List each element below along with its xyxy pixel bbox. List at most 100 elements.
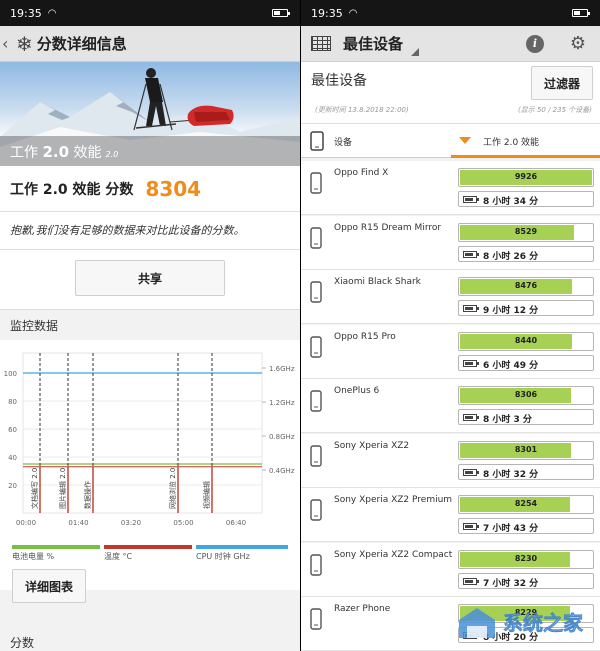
battery-life-bar: 8 小时 32 分 (458, 463, 594, 480)
y-right-tick-label: 0.8GHz (269, 433, 295, 441)
hero-label-pre: 工作 (10, 145, 43, 161)
device-name: Sony Xperia XZ2 Compact (334, 549, 453, 560)
column-header: 设备 工作 2.0 效能 (301, 124, 600, 158)
detail-chart-button[interactable]: 详细图表 (12, 569, 86, 603)
device-name: Sony Xperia XZ2 Premium (334, 495, 453, 505)
score-bar: 8476 (458, 277, 594, 296)
device-name: OnePlus 6 (334, 386, 380, 396)
app-bar-right: 最佳设备 i ⚙ (301, 26, 600, 62)
status-bar: 19:35 ◠ (0, 0, 300, 26)
back-arrow-icon[interactable]: ‹ (2, 34, 14, 53)
device-name: Oppo R15 Dream Mirror (334, 222, 442, 233)
y-right-tick-label: 1.2GHz (269, 399, 295, 407)
phone-icon (310, 131, 324, 151)
y-left-tick-label: 20 (8, 482, 17, 490)
score-bar: 8306 (458, 386, 594, 405)
hero-label-version-bold: 2.0 (42, 143, 70, 161)
battery-life-bar: 8 小时 3 分 (458, 409, 594, 425)
battery-icon (463, 305, 479, 312)
battery-life-bar: 9 小时 12 分 (458, 300, 594, 316)
battery-life: 8 小时 3 分 (483, 415, 532, 425)
benchmark-hero-image: 工作 2.0 效能 2.0 (0, 62, 300, 166)
battery-life-bar: 6 小时 49 分 (458, 354, 594, 371)
legend-swatch (104, 545, 192, 549)
y-left-tick-label: 60 (8, 426, 17, 434)
score-bar: 8301 (458, 440, 594, 460)
list-title: 最佳设备 (311, 73, 367, 89)
device-name: Oppo Find X (334, 168, 389, 178)
shown-count: (显示 50 / 235 个设备) (518, 106, 592, 114)
status-time: 19:35 (10, 6, 42, 20)
page-title: 分数详细信息 (36, 35, 127, 53)
monitor-chart: 20 40 60 80 100 0.4GHz 0.8GHz 1.2GHz 1.6GHz 00:00… (0, 340, 300, 603)
dropdown-corner-icon[interactable] (411, 48, 419, 56)
phone-icon (310, 444, 322, 467)
score-bar: 8440 (458, 331, 594, 351)
battery-life: 9 小时 12 分 (483, 306, 539, 316)
device-row[interactable]: Xiaomi Black Shark 8476 9 小时 12 分 (301, 270, 600, 324)
battery-icon (463, 414, 479, 421)
device-name: Razer Phone (334, 604, 391, 614)
battery-life: 7 小时 32 分 (483, 578, 539, 589)
score-column-header[interactable]: 工作 2.0 效能 (451, 124, 600, 158)
info-icon[interactable]: i (526, 35, 544, 53)
page-title-right[interactable]: 最佳设备 (343, 33, 403, 54)
battery-life: 7 小时 43 分 (483, 524, 539, 534)
legend-swatch (12, 545, 100, 549)
device-row[interactable]: Sony Xperia XZ2 Compact 8230 7 小时 32 分 (301, 542, 600, 597)
battery-life: 8 小时 26 分 (483, 251, 539, 262)
app-bar: ‹ ❄ 分数详细信息 (0, 26, 300, 62)
battery-life-bar: 8 小时 26 分 (458, 245, 594, 262)
device-row[interactable]: Sony Xperia XZ2 8301 8 小时 32 分 (301, 433, 600, 488)
legend-item: 电池电量 % (12, 545, 100, 565)
test-marker-label: 数据操作 (83, 481, 92, 509)
battery-life-bar: 7 小时 43 分 (458, 518, 594, 534)
best-devices-header: 最佳设备 过滤器 (更新时间 13.8.2018 22:00) (显示 50 /… (301, 62, 600, 124)
battery-icon (272, 9, 290, 17)
share-button[interactable]: 共享 (75, 260, 225, 296)
hero-label-post: 效能 (69, 145, 102, 161)
test-marker-label: 图片编辑 2.0 (58, 468, 67, 509)
phone-icon (310, 281, 322, 303)
hero-caption: 工作 2.0 效能 2.0 (0, 136, 300, 166)
score-bar: 8529 (458, 222, 594, 242)
no-comparison-message: 抱歉,我们没有足够的数据来对比此设备的分数。 (0, 212, 300, 250)
battery-icon (463, 196, 479, 203)
legend-item: CPU 时钟 GHz (196, 545, 288, 565)
menu-grid-icon[interactable] (311, 36, 331, 51)
battery-icon (463, 359, 479, 367)
filter-button[interactable]: 过滤器 (531, 66, 593, 100)
update-time: (更新时间 13.8.2018 22:00) (315, 106, 409, 114)
battery-life: 8 小时 32 分 (483, 469, 539, 480)
score-value: 8304 (145, 176, 202, 201)
device-row[interactable]: OnePlus 6 8306 8 小时 3 分 (301, 379, 600, 433)
snowflake-logo-icon: ❄ (16, 31, 33, 56)
y-right-tick-label: 1.6GHz (269, 365, 295, 373)
wifi-icon: ◠ (348, 7, 358, 19)
y-right-tick-label: 0.4GHz (269, 467, 295, 475)
phone-icon (310, 390, 322, 412)
battery-icon (463, 468, 479, 476)
hero-version: 2.0 (105, 150, 119, 159)
device-column-header[interactable]: 设备 (334, 135, 352, 148)
device-score: 8440 (514, 335, 538, 345)
device-row[interactable]: Oppo Find X 9926 8 小时 34 分 (301, 161, 600, 215)
device-name: Xiaomi Black Shark (334, 277, 421, 287)
status-time-right: 19:35 (311, 6, 343, 20)
y-left-tick-label: 100 (4, 370, 17, 378)
device-row[interactable]: Oppo R15 Pro 8440 6 小时 49 分 (301, 324, 600, 379)
battery-icon (463, 523, 479, 530)
phone-icon (310, 608, 322, 630)
battery-icon (463, 250, 479, 258)
battery-icon (463, 577, 479, 585)
phone-icon (310, 172, 322, 194)
legend-swatch (196, 545, 288, 549)
device-row[interactable]: Sony Xperia XZ2 Premium 8254 7 小时 43 分 (301, 488, 600, 542)
score-box: 工作 2.0 效能 分数 8304 (0, 166, 300, 212)
legend-label: 温度 °C (104, 552, 133, 561)
battery-life: 6 小时 49 分 (483, 360, 539, 371)
gear-icon[interactable]: ⚙ (570, 33, 586, 54)
device-row[interactable]: Oppo R15 Dream Mirror 8529 8 小时 26 分 (301, 215, 600, 270)
chart-legend: 电池电量 % 温度 °C CPU 时钟 GHz (0, 545, 300, 565)
phone-icon (310, 553, 322, 576)
